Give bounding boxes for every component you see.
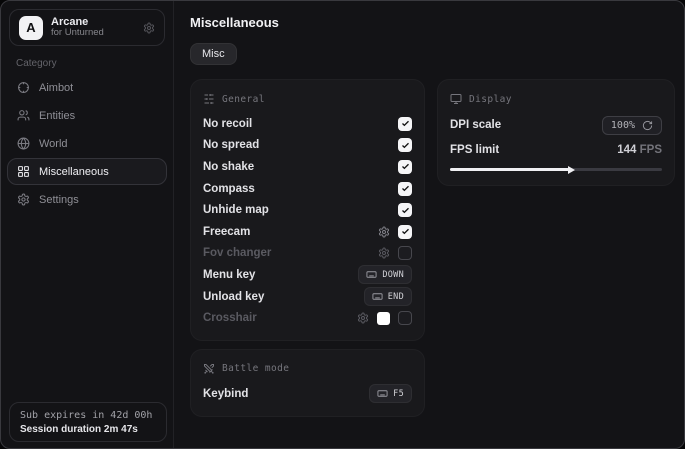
setting-label: No shake [203,161,254,173]
setting-label: FPS limit [450,144,499,156]
keybind-value: F5 [393,389,404,399]
panel-title: Display [469,94,512,105]
keyboard-icon [377,388,388,399]
setting-label: Compass [203,183,255,195]
globe-icon [17,137,30,150]
keyboard-icon [366,269,377,280]
fps-limit-unit: FPS [636,144,662,156]
sidebar-item-miscellaneous[interactable]: Miscellaneous [7,158,167,185]
keyboard-icon [372,291,383,302]
setting-row-no-recoil: No recoil [203,113,412,135]
sub-expiry-text: Sub expires in 42d 00h [20,410,156,421]
checkbox-crosshair[interactable] [398,311,412,325]
sidebar-item-world[interactable]: World [7,130,167,157]
setting-label: Fov changer [203,247,271,259]
sidebar-item-label: Entities [39,110,75,122]
keybind-value: END [388,292,404,302]
keybind-button-unload-key[interactable]: END [364,287,412,306]
setting-row-keybind: Keybind F5 [203,383,412,405]
checkbox-freecam[interactable] [398,225,412,239]
setting-row-fps-limit: FPS limit 144 FPS [450,141,662,159]
keybind-button-menu-key[interactable]: DOWN [358,265,412,284]
battle-mode-panel: Battle mode Keybind F5 [190,349,425,417]
sidebar-item-entities[interactable]: Entities [7,102,167,129]
color-swatch[interactable] [377,312,390,325]
subscription-status-card: Sub expires in 42d 00h Session duration … [9,402,167,442]
setting-row-crosshair: Crosshair [203,307,412,329]
sidebar-item-label: Miscellaneous [39,166,109,178]
slider-fill [450,168,569,171]
checkbox-no-shake[interactable] [398,160,412,174]
gear-icon [17,193,30,206]
setting-label: Keybind [203,388,248,400]
fps-limit-value: 144 [617,144,636,156]
general-panel: General No recoil No spread No shake [190,79,425,341]
sidebar: A Arcane for Unturned Category Aimbot [1,1,174,448]
panel-title: General [222,94,265,105]
sliders-icon [203,93,215,105]
gear-icon[interactable] [357,312,369,324]
setting-row-unhide-map: Unhide map [203,199,412,221]
panel-title: Battle mode [222,363,289,374]
setting-label: Unload key [203,291,264,303]
setting-label: Freecam [203,226,250,238]
checkbox-no-recoil[interactable] [398,117,412,131]
setting-label: Crosshair [203,312,257,324]
setting-label: Menu key [203,269,255,281]
app-subtitle: for Unturned [51,28,104,39]
setting-row-compass: Compass [203,178,412,200]
setting-row-menu-key: Menu key DOWN [203,264,412,286]
fps-limit-slider[interactable] [450,164,662,174]
monitor-icon [450,93,462,105]
keybind-button-battle[interactable]: F5 [369,384,412,403]
gear-icon[interactable] [378,226,390,238]
sidebar-item-aimbot[interactable]: Aimbot [7,74,167,101]
tab-misc[interactable]: Misc [190,43,237,65]
logo-card: A Arcane for Unturned [9,9,165,46]
gear-icon[interactable] [143,22,155,34]
tab-bar: Misc [190,43,669,65]
dpi-scale-value: 100% [611,120,635,131]
checkbox-unhide-map[interactable] [398,203,412,217]
refresh-icon[interactable] [642,120,653,131]
logo-letter: A [26,20,35,35]
sidebar-item-label: Aimbot [39,82,73,94]
checkbox-fov-changer[interactable] [398,246,412,260]
setting-label: Unhide map [203,204,269,216]
users-icon [17,109,30,122]
setting-label: No recoil [203,118,252,130]
setting-label: DPI scale [450,119,501,131]
setting-row-no-spread: No spread [203,135,412,157]
sidebar-nav: Aimbot Entities World Miscellaneous [1,74,173,213]
setting-label: No spread [203,139,259,151]
keybind-value: DOWN [382,270,404,280]
app-window: A Arcane for Unturned Category Aimbot [0,0,685,449]
setting-row-fov-changer: Fov changer [203,243,412,265]
setting-row-no-shake: No shake [203,156,412,178]
app-logo: A [19,16,43,40]
page-title: Miscellaneous [190,15,669,30]
category-label: Category [16,58,173,69]
grid-icon [17,165,30,178]
display-panel: Display DPI scale 100% FPS limit [437,79,675,186]
sidebar-item-label: World [39,138,68,150]
crosshair-icon [17,81,30,94]
swords-icon [203,363,215,375]
session-duration-text: Session duration 2m 47s [20,424,156,435]
dpi-scale-control[interactable]: 100% [602,116,662,135]
checkbox-compass[interactable] [398,182,412,196]
slider-thumb[interactable] [568,166,575,174]
sidebar-item-settings[interactable]: Settings [7,186,167,213]
checkbox-no-spread[interactable] [398,138,412,152]
setting-row-unload-key: Unload key END [203,286,412,308]
setting-row-freecam: Freecam [203,221,412,243]
gear-icon[interactable] [378,247,390,259]
sidebar-item-label: Settings [39,194,79,206]
main-content: Miscellaneous Misc General No recoil [175,1,684,448]
setting-row-dpi-scale: DPI scale 100% [450,113,662,137]
